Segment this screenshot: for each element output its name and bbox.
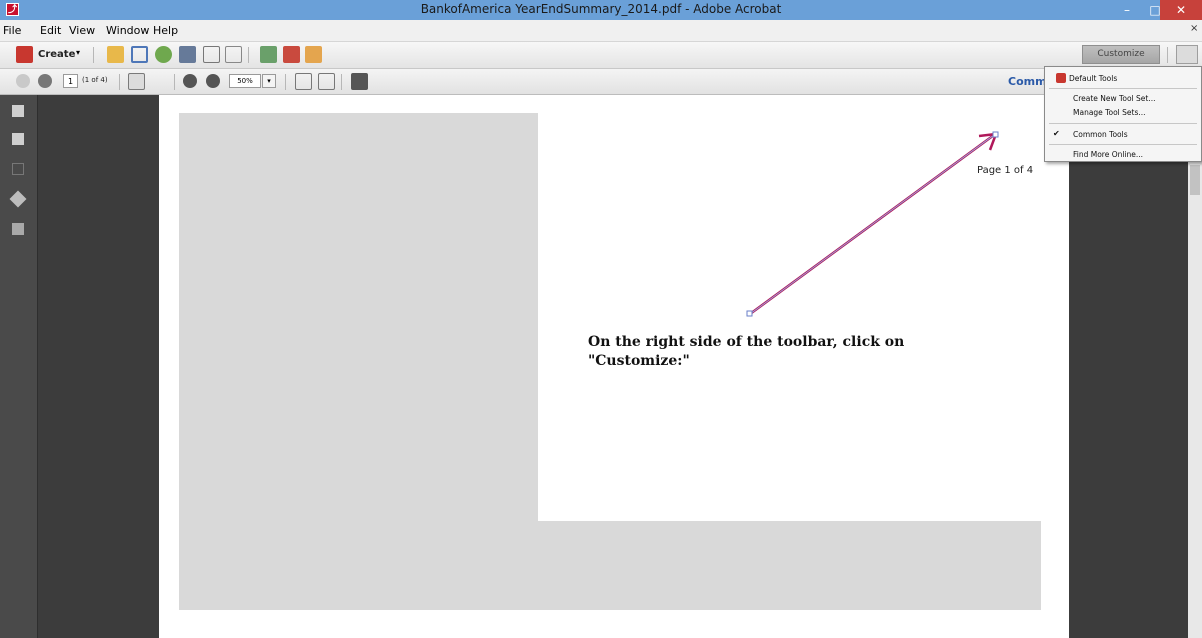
arrow-end-handle [992, 131, 999, 138]
page-label: Page 1 of 4 [977, 165, 1034, 176]
menu-separator [1049, 144, 1197, 145]
menu-create-new-tool-set[interactable]: Create New Tool Set... [1073, 94, 1155, 103]
instruction-line-2: "Customize:" [588, 353, 690, 369]
scrollbar-thumb[interactable] [1190, 165, 1200, 195]
arrow-start-handle [746, 310, 753, 317]
menu-default-tools[interactable]: Default Tools [1069, 74, 1117, 83]
customize-menu: Default Tools Create New Tool Set... Man… [1044, 66, 1202, 162]
menu-separator [1049, 123, 1197, 124]
menu-separator [1049, 88, 1197, 89]
menu-find-more-online[interactable]: Find More Online... [1073, 150, 1143, 159]
check-icon: ✔ [1053, 129, 1060, 138]
home-icon [1056, 73, 1066, 83]
menu-manage-tool-sets[interactable]: Manage Tool Sets... [1073, 108, 1146, 117]
arrow-highlight [749, 134, 995, 315]
instruction-text: On the right side of the toolbar, click … [588, 333, 918, 371]
menu-common-tools[interactable]: Common Tools [1073, 130, 1128, 139]
instruction-line-1: On the right side of the toolbar, click … [588, 334, 905, 350]
annotation-arrow [746, 131, 999, 317]
